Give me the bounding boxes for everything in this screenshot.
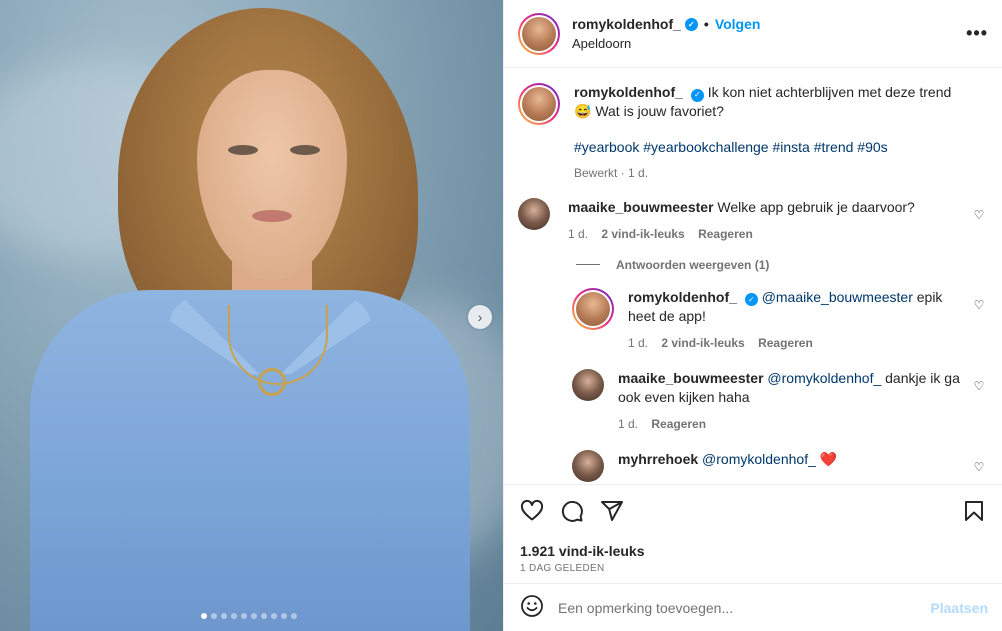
view-replies-label: Antwoorden weergeven (1) (616, 257, 770, 272)
avatar-image (522, 16, 556, 51)
reply-button[interactable]: Reageren (758, 336, 813, 350)
comment-age: 1 d. (568, 226, 589, 241)
post-date: 1 DAG GELEDEN (520, 563, 605, 574)
post-actions: 1.921 vind-ik-leuks 1 DAG GELEDEN (504, 484, 1002, 574)
comments-section[interactable]: romykoldenhof_ ✓ Ik kon niet achterblijv… (504, 69, 1002, 484)
reply-mention[interactable]: @romykoldenhof_ (702, 451, 816, 467)
heart-icon[interactable] (520, 499, 544, 523)
carousel-dot (221, 613, 227, 619)
carousel-dot (281, 613, 287, 619)
post-sidebar: romykoldenhof_ ✓ • Volgen Apeldoorn ••• … (503, 0, 1002, 631)
caption-edited: Bewerkt · 1 d. (574, 165, 649, 180)
author-avatar[interactable] (518, 12, 560, 55)
reply-age: 1 d. (628, 335, 649, 350)
verified-icon: ✓ (684, 17, 698, 31)
photo-eye (228, 145, 258, 155)
verified-icon: ✓ (744, 292, 758, 306)
caption-text: Ik kon niet achterblijven met deze trend (707, 84, 952, 100)
emoji-icon[interactable] (520, 594, 544, 621)
author-avatar[interactable] (572, 287, 614, 330)
author-avatar[interactable] (518, 83, 560, 125)
reply-username[interactable]: myhrrehoek (618, 451, 698, 467)
commenter-avatar[interactable] (518, 197, 550, 230)
photo-eye (290, 145, 320, 155)
caption-hashtags[interactable]: #yearbook #yearbookchallenge #insta #tre… (574, 138, 986, 156)
post-comment-button[interactable]: Plaatsen (930, 600, 988, 616)
post-media[interactable]: › (0, 0, 503, 631)
add-comment-bar: Een opmerking toevoegen... Plaatsen (504, 583, 1002, 631)
comment-likes[interactable]: 2 vind-ik-leuks (601, 227, 684, 241)
reply-username[interactable]: maaike_bouwmeester (618, 370, 764, 386)
carousel-dot (211, 613, 217, 619)
carousel-indicator (201, 613, 297, 619)
carousel-dot (271, 613, 277, 619)
verified-icon: ✓ (690, 88, 704, 102)
carousel-dot (241, 613, 247, 619)
reply-item: maaike_bouwmeester @romykoldenhof_ dankj… (572, 368, 986, 434)
view-replies-button[interactable]: Antwoorden weergeven (1) (576, 258, 986, 272)
author-username[interactable]: romykoldenhof_ (572, 16, 681, 32)
like-comment-icon[interactable]: ♡ (972, 460, 986, 482)
comment-item: maaike_bouwmeester Welke app gebruik je … (518, 197, 986, 244)
separator-dot: • (703, 16, 709, 32)
like-comment-icon[interactable]: ♡ (972, 298, 986, 353)
reply-button[interactable]: Reageren (698, 227, 753, 241)
reply-mention[interactable]: @romykoldenhof_ (767, 370, 881, 386)
reply-text: ❤️ (819, 450, 838, 467)
post-location[interactable]: Apeldoorn (572, 36, 966, 51)
more-icon[interactable]: ••• (966, 23, 988, 44)
reply-mention[interactable]: @maaike_bouwmeester (762, 289, 913, 305)
carousel-dot (251, 613, 257, 619)
bookmark-icon[interactable] (962, 499, 986, 523)
follow-button[interactable]: Volgen (715, 16, 761, 32)
carousel-dot (291, 613, 297, 619)
reply-item: myhrrehoek @romykoldenhof_ ❤️ ♡ (572, 449, 986, 482)
caption-username[interactable]: romykoldenhof_ (574, 84, 683, 100)
emoji-sweat-smile: 😅 (574, 102, 592, 119)
post-header: romykoldenhof_ ✓ • Volgen Apeldoorn ••• (504, 0, 1002, 68)
reply-button[interactable]: Reageren (651, 417, 706, 431)
carousel-dot (201, 613, 207, 619)
reply-username[interactable]: romykoldenhof_ (628, 289, 737, 305)
carousel-dot (261, 613, 267, 619)
avatar-image (576, 291, 610, 326)
commenter-avatar[interactable] (572, 449, 604, 482)
next-arrow-icon: › (477, 309, 483, 325)
reply-item: romykoldenhof_ ✓ @maaike_bouwmeester epi… (572, 287, 986, 353)
photo-lips (252, 210, 292, 222)
comment-text: Welke app gebruik je daarvoor? (717, 198, 915, 215)
reply-likes[interactable]: 2 vind-ik-leuks (661, 336, 744, 350)
caption-text: Wat is jouw favoriet? (595, 102, 724, 119)
comment-username[interactable]: maaike_bouwmeester (568, 199, 714, 215)
commenter-avatar[interactable] (572, 368, 604, 401)
share-icon[interactable] (600, 499, 624, 523)
replies-line (576, 264, 600, 265)
photo-pendant (258, 368, 286, 396)
comment-icon[interactable] (560, 499, 584, 523)
post-caption: romykoldenhof_ ✓ Ik kon niet achterblijv… (518, 69, 986, 182)
like-comment-icon[interactable]: ♡ (972, 208, 986, 222)
avatar-image (522, 87, 556, 121)
reply-age: 1 d. (618, 416, 639, 431)
likes-count[interactable]: 1.921 vind-ik-leuks (520, 543, 986, 559)
carousel-next-button[interactable]: › (468, 305, 492, 329)
carousel-dot (231, 613, 237, 619)
like-comment-icon[interactable]: ♡ (972, 379, 986, 434)
comment-input[interactable]: Een opmerking toevoegen... (558, 600, 930, 616)
